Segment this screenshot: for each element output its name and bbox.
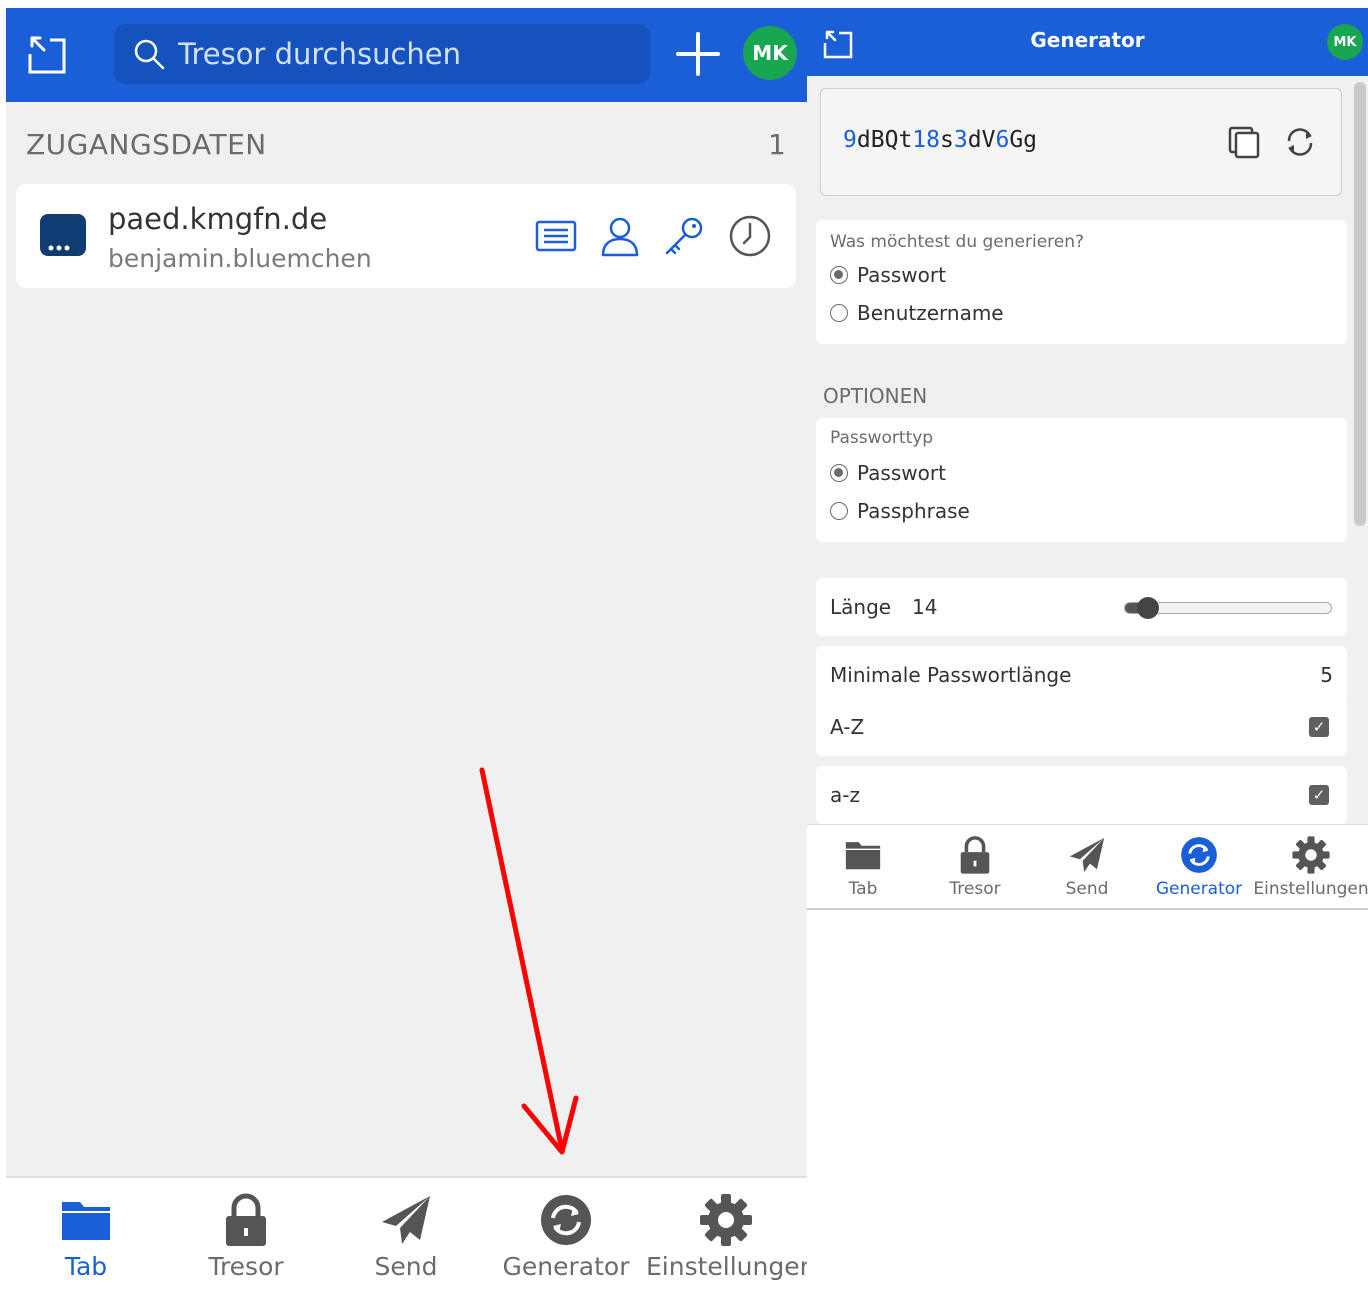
bottom-nav: Tab Tresor Send Generator Einstellungen — [807, 824, 1368, 908]
copy-username-icon[interactable] — [598, 214, 642, 258]
nav-send-label: Send — [1065, 879, 1109, 899]
nav-send-label: Send — [374, 1252, 438, 1281]
regenerate-icon[interactable] — [1283, 125, 1317, 159]
nav-tresor-label: Tresor — [949, 879, 1001, 899]
lowercase-row: a-z ✓ — [816, 766, 1347, 824]
nav-settings-label: Einstellungen — [1253, 879, 1368, 899]
nav-generator[interactable]: Generator — [486, 1178, 646, 1294]
autofill-icon[interactable] — [534, 214, 578, 258]
min-length-row: Minimale Passwortlänge 5 — [816, 646, 1347, 704]
top-bar: MK — [6, 8, 807, 102]
nav-generator-label: Generator — [502, 1252, 630, 1281]
length-slider[interactable] — [1124, 597, 1332, 619]
lowercase-checkbox[interactable]: ✓ — [1309, 785, 1329, 805]
lock-icon — [226, 1193, 266, 1246]
nav-tresor[interactable]: Tresor — [919, 825, 1031, 908]
uppercase-row: A-Z ✓ — [816, 698, 1347, 756]
radio-type-passphrase[interactable]: Passphrase — [830, 499, 970, 523]
search-icon — [134, 39, 165, 70]
nav-tab[interactable]: Tab — [807, 825, 919, 908]
radio-label: Passwort — [857, 461, 946, 485]
nav-tresor[interactable]: Tresor — [166, 1178, 326, 1294]
password-type-caption: Passworttyp — [830, 428, 934, 448]
radio-button-selected[interactable] — [830, 266, 848, 284]
min-length-value[interactable]: 5 — [1320, 663, 1333, 687]
popout-icon[interactable] — [24, 30, 72, 78]
search-field[interactable] — [114, 24, 650, 84]
radio-button-selected[interactable] — [830, 464, 848, 482]
length-value: 14 — [912, 595, 938, 619]
login-item-title: paed.kmgfn.de — [108, 202, 328, 236]
copy-password-key-icon[interactable] — [662, 214, 706, 258]
generator-view: Generator MK 9dBQt18s3dV6Gg Was möchtest… — [807, 8, 1368, 910]
uppercase-checkbox[interactable]: ✓ — [1309, 717, 1329, 737]
login-item[interactable]: paed.kmgfn.de benjamin.bluemchen — [16, 184, 796, 288]
top-bar: Generator MK — [807, 8, 1368, 76]
folder-icon — [62, 1202, 110, 1240]
length-label: Länge — [830, 595, 892, 619]
avatar[interactable]: MK — [1327, 24, 1363, 60]
options-heading: OPTIONEN — [823, 384, 928, 408]
generator-icon — [1181, 837, 1217, 873]
vault-tab-view: MK ZUGANGSDATEN 1 paed.kmgfn.de benjamin… — [6, 8, 807, 1294]
nav-tresor-label: Tresor — [208, 1252, 284, 1281]
radio-passwort[interactable]: Passwort — [830, 263, 946, 287]
nav-send[interactable]: Send — [1031, 825, 1143, 908]
page-title: Generator — [1030, 28, 1145, 52]
radio-label: Passwort — [857, 263, 946, 287]
radio-type-passwort[interactable]: Passwort — [830, 461, 946, 485]
radio-label: Passphrase — [857, 499, 970, 523]
nav-tab-label: Tab — [848, 879, 878, 899]
add-item-icon[interactable] — [674, 30, 722, 78]
bottom-nav: Tab Tresor Send Generator Einstellungen — [6, 1176, 807, 1294]
nav-tab[interactable]: Tab — [6, 1178, 166, 1294]
section-title: ZUGANGSDATEN — [26, 128, 267, 161]
nav-tab-label: Tab — [64, 1252, 108, 1281]
uppercase-label: A-Z — [830, 715, 865, 739]
folder-icon — [845, 842, 881, 870]
nav-generator[interactable]: Generator — [1143, 825, 1255, 908]
lock-icon — [960, 836, 990, 874]
generate-type-question: Was möchtest du generieren? — [830, 232, 1085, 252]
nav-settings[interactable]: Einstellungen — [1253, 825, 1368, 908]
totp-clock-icon[interactable] — [728, 214, 772, 258]
gear-icon — [1292, 836, 1330, 874]
gear-icon — [700, 1194, 752, 1246]
copy-icon[interactable] — [1227, 125, 1261, 159]
section-count: 1 — [768, 128, 786, 161]
radio-label: Benutzername — [857, 301, 1004, 325]
nav-settings[interactable]: Einstellungen — [646, 1178, 807, 1294]
slider-handle[interactable] — [1136, 597, 1159, 619]
login-item-username: benjamin.bluemchen — [108, 244, 372, 273]
generate-type-card: Was möchtest du generieren? Passwort Ben… — [816, 220, 1347, 344]
radio-button[interactable] — [830, 304, 848, 322]
nav-settings-label: Einstellungen — [646, 1252, 807, 1281]
search-input[interactable] — [178, 37, 638, 71]
length-row: Länge 14 — [816, 578, 1347, 636]
generator-icon — [541, 1195, 591, 1245]
generated-password-box: 9dBQt18s3dV6Gg — [820, 88, 1342, 196]
send-icon — [1069, 837, 1105, 873]
generated-password: 9dBQt18s3dV6Gg — [843, 127, 1038, 153]
red-arrow-annotation — [479, 767, 579, 1155]
scrollbar[interactable] — [1354, 82, 1366, 526]
nav-generator-label: Generator — [1155, 879, 1243, 899]
radio-button[interactable] — [830, 502, 848, 520]
nav-send[interactable]: Send — [326, 1178, 486, 1294]
password-type-card: Passworttyp Passwort Passphrase — [816, 418, 1347, 542]
avatar[interactable]: MK — [743, 26, 797, 80]
send-icon — [382, 1196, 430, 1244]
lowercase-label: a-z — [830, 783, 860, 807]
radio-benutzername[interactable]: Benutzername — [830, 301, 1004, 325]
site-favicon-icon — [40, 214, 86, 256]
min-length-label: Minimale Passwortlänge — [830, 663, 1072, 687]
